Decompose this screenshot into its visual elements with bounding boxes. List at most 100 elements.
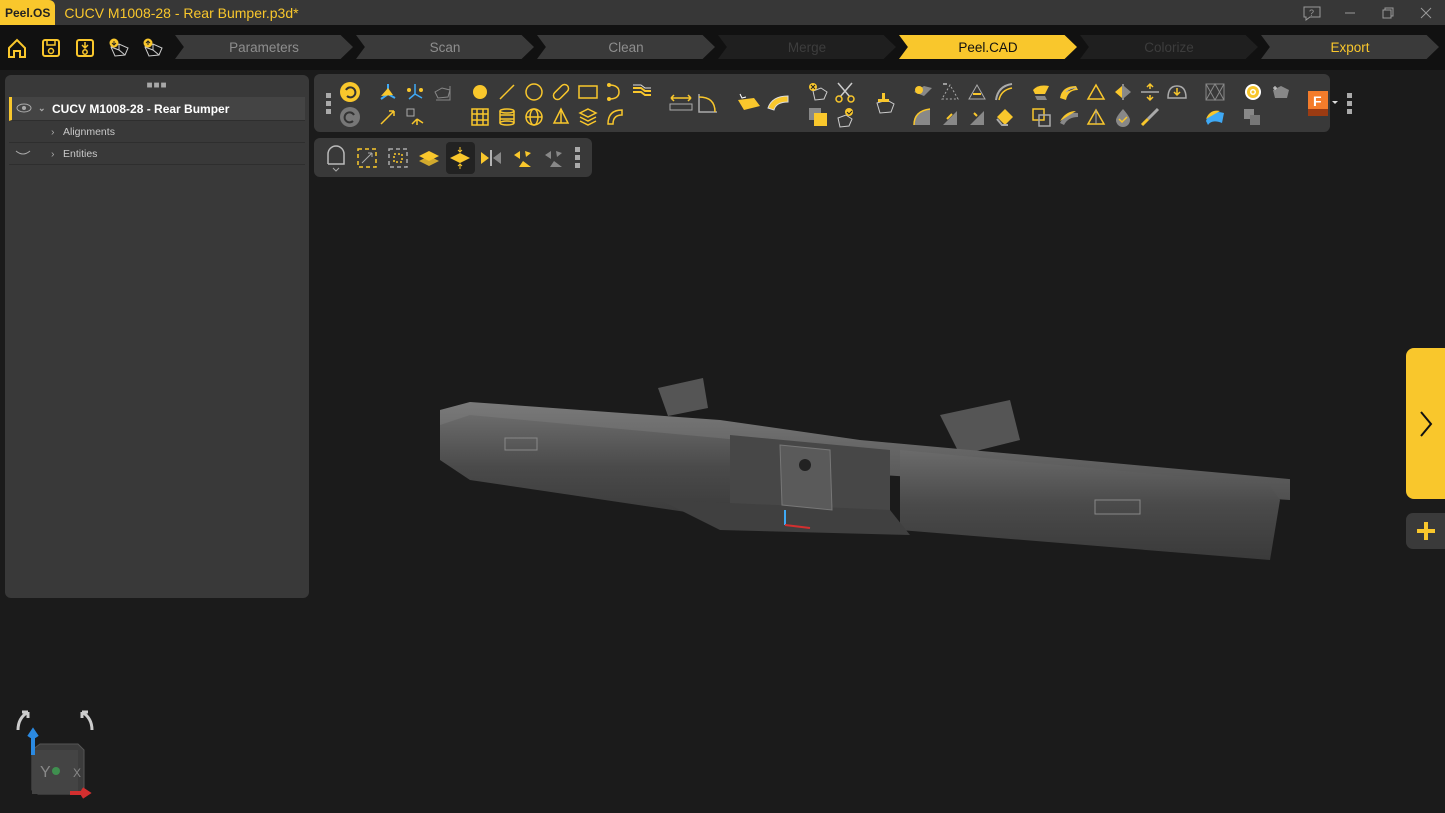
cad-toolbar: F xyxy=(314,74,1352,132)
align-arrows-icon[interactable] xyxy=(376,105,400,129)
mirror-view-icon[interactable] xyxy=(477,146,506,170)
scissors-icon[interactable] xyxy=(833,80,857,104)
manual-patch-icon[interactable] xyxy=(992,105,1016,129)
plane-grid-icon[interactable] xyxy=(468,105,492,129)
close-button[interactable] xyxy=(1407,0,1445,25)
line-icon[interactable] xyxy=(495,80,519,104)
coordinate-system-icon[interactable] xyxy=(403,105,427,129)
import-mesh-icon[interactable] xyxy=(102,31,136,65)
eye-icon[interactable] xyxy=(16,102,38,116)
eye-closed-icon[interactable] xyxy=(9,148,51,160)
toolbar-more-icon[interactable] xyxy=(1347,92,1352,114)
layers-view-icon[interactable] xyxy=(414,146,443,170)
step-merge[interactable]: Merge xyxy=(718,35,896,59)
knife-cut-icon[interactable] xyxy=(1138,105,1162,129)
nurbs-surface-icon[interactable] xyxy=(1203,105,1227,129)
triangle-outline-icon[interactable] xyxy=(1084,80,1108,104)
tree-root-item[interactable]: ⌄ CUCV M1008-28 - Rear Bumper xyxy=(9,97,305,121)
zoom-selection-icon[interactable] xyxy=(383,146,412,170)
transform-icon[interactable] xyxy=(1030,105,1054,129)
step-peel-cad[interactable]: Peel.CAD xyxy=(899,35,1077,59)
chevron-right-icon[interactable]: › xyxy=(51,126,63,138)
rotate-right-icon[interactable] xyxy=(80,710,94,731)
save-as-icon[interactable] xyxy=(68,31,102,65)
validate-mesh-icon[interactable] xyxy=(833,105,857,129)
step-scan[interactable]: Scan xyxy=(356,35,534,59)
slot-icon[interactable] xyxy=(549,80,573,104)
offset-surface-icon[interactable] xyxy=(1030,80,1054,104)
boolean-icon[interactable] xyxy=(806,105,830,129)
triangle-check-icon[interactable] xyxy=(1084,105,1108,129)
triangle-merge-icon[interactable] xyxy=(965,80,989,104)
selection-shape-icon[interactable] xyxy=(321,144,350,172)
layers-icon[interactable] xyxy=(576,105,600,129)
step-export[interactable]: Export xyxy=(1261,35,1439,59)
section-curves-icon[interactable] xyxy=(630,80,654,104)
app-logo[interactable]: Peel.OS xyxy=(0,0,56,25)
add-button[interactable] xyxy=(1406,513,1445,549)
tree-item-alignments[interactable]: › Alignments xyxy=(9,121,305,143)
undo-icon[interactable] xyxy=(338,80,362,104)
rectangle-icon[interactable] xyxy=(576,80,600,104)
toolbar-grip[interactable] xyxy=(326,92,331,114)
clean-mesh-icon[interactable] xyxy=(871,91,897,115)
remove-mesh-icon[interactable] xyxy=(806,80,830,104)
extend-edge-icon[interactable] xyxy=(938,105,962,129)
sphere-icon[interactable] xyxy=(522,105,546,129)
collapse-view-icon[interactable] xyxy=(539,146,568,170)
arc-icon[interactable] xyxy=(603,80,627,104)
chevron-down-icon[interactable]: ⌄ xyxy=(38,103,52,114)
export-mesh-icon[interactable] xyxy=(136,31,170,65)
entity-tree-panel: ■■■ ⌄ CUCV M1008-28 - Rear Bumper › Alig… xyxy=(5,75,309,598)
auto-surface-icon[interactable] xyxy=(734,91,762,115)
deviation-check-icon[interactable] xyxy=(1111,105,1135,129)
section-view-icon[interactable] xyxy=(445,141,475,174)
fillet-icon[interactable] xyxy=(911,80,935,104)
3d-model-viewport[interactable] xyxy=(430,370,1290,580)
target-icon[interactable] xyxy=(1241,80,1265,104)
home-icon[interactable] xyxy=(0,31,34,65)
add-mesh-icon[interactable] xyxy=(1268,80,1292,104)
surface-edge-icon[interactable] xyxy=(911,105,935,129)
redo-icon[interactable] xyxy=(338,105,362,129)
circle-icon[interactable] xyxy=(522,80,546,104)
measure-distance-icon[interactable] xyxy=(668,91,694,115)
wireframe-icon[interactable] xyxy=(1203,80,1227,104)
tree-item-entities[interactable]: › Entities xyxy=(9,143,305,165)
step-parameters[interactable]: Parameters xyxy=(175,35,353,59)
rotate-left-icon[interactable] xyxy=(16,710,30,731)
mesh-align-icon[interactable] xyxy=(430,80,454,104)
panel-drag-handle[interactable]: ■■■ xyxy=(5,75,309,97)
mirror-icon[interactable] xyxy=(1111,80,1135,104)
torus-icon[interactable] xyxy=(603,105,627,129)
expand-side-panel-button[interactable] xyxy=(1406,348,1445,499)
align-points-icon[interactable] xyxy=(403,80,427,104)
zoom-fit-icon[interactable] xyxy=(352,146,381,170)
extrude-surface-icon[interactable] xyxy=(1057,80,1081,104)
mesh-merge-icon[interactable] xyxy=(1241,105,1265,129)
curve-surface-icon[interactable] xyxy=(992,80,1016,104)
step-clean[interactable]: Clean xyxy=(537,35,715,59)
align-axes-icon[interactable] xyxy=(376,80,400,104)
split-plane-icon[interactable] xyxy=(1138,80,1162,104)
triangle-split-icon[interactable] xyxy=(938,80,962,104)
cylinder-icon[interactable] xyxy=(495,105,519,129)
view-toolbar-more-icon[interactable] xyxy=(575,147,580,168)
cone-icon[interactable] xyxy=(549,105,573,129)
window-title: CUCV M1008-28 - Rear Bumper.p3d* xyxy=(64,4,299,21)
explode-view-icon[interactable] xyxy=(508,146,537,170)
save-icon[interactable] xyxy=(34,31,68,65)
point-icon[interactable] xyxy=(468,80,492,104)
thicken-icon[interactable] xyxy=(1057,105,1081,129)
trim-edge-icon[interactable] xyxy=(965,105,989,129)
surface-patch-icon[interactable] xyxy=(764,91,792,115)
draft-angle-icon[interactable] xyxy=(1165,80,1189,104)
chevron-right-icon[interactable]: › xyxy=(51,148,63,160)
help-icon[interactable]: ? xyxy=(1293,0,1331,25)
view-cube[interactable]: Y X xyxy=(10,705,100,800)
minimize-button[interactable] xyxy=(1331,0,1369,25)
fusion-360-icon[interactable]: F xyxy=(1306,91,1340,116)
measure-angle-icon[interactable] xyxy=(696,91,720,115)
step-colorize[interactable]: Colorize xyxy=(1080,35,1258,59)
restore-button[interactable] xyxy=(1369,0,1407,25)
